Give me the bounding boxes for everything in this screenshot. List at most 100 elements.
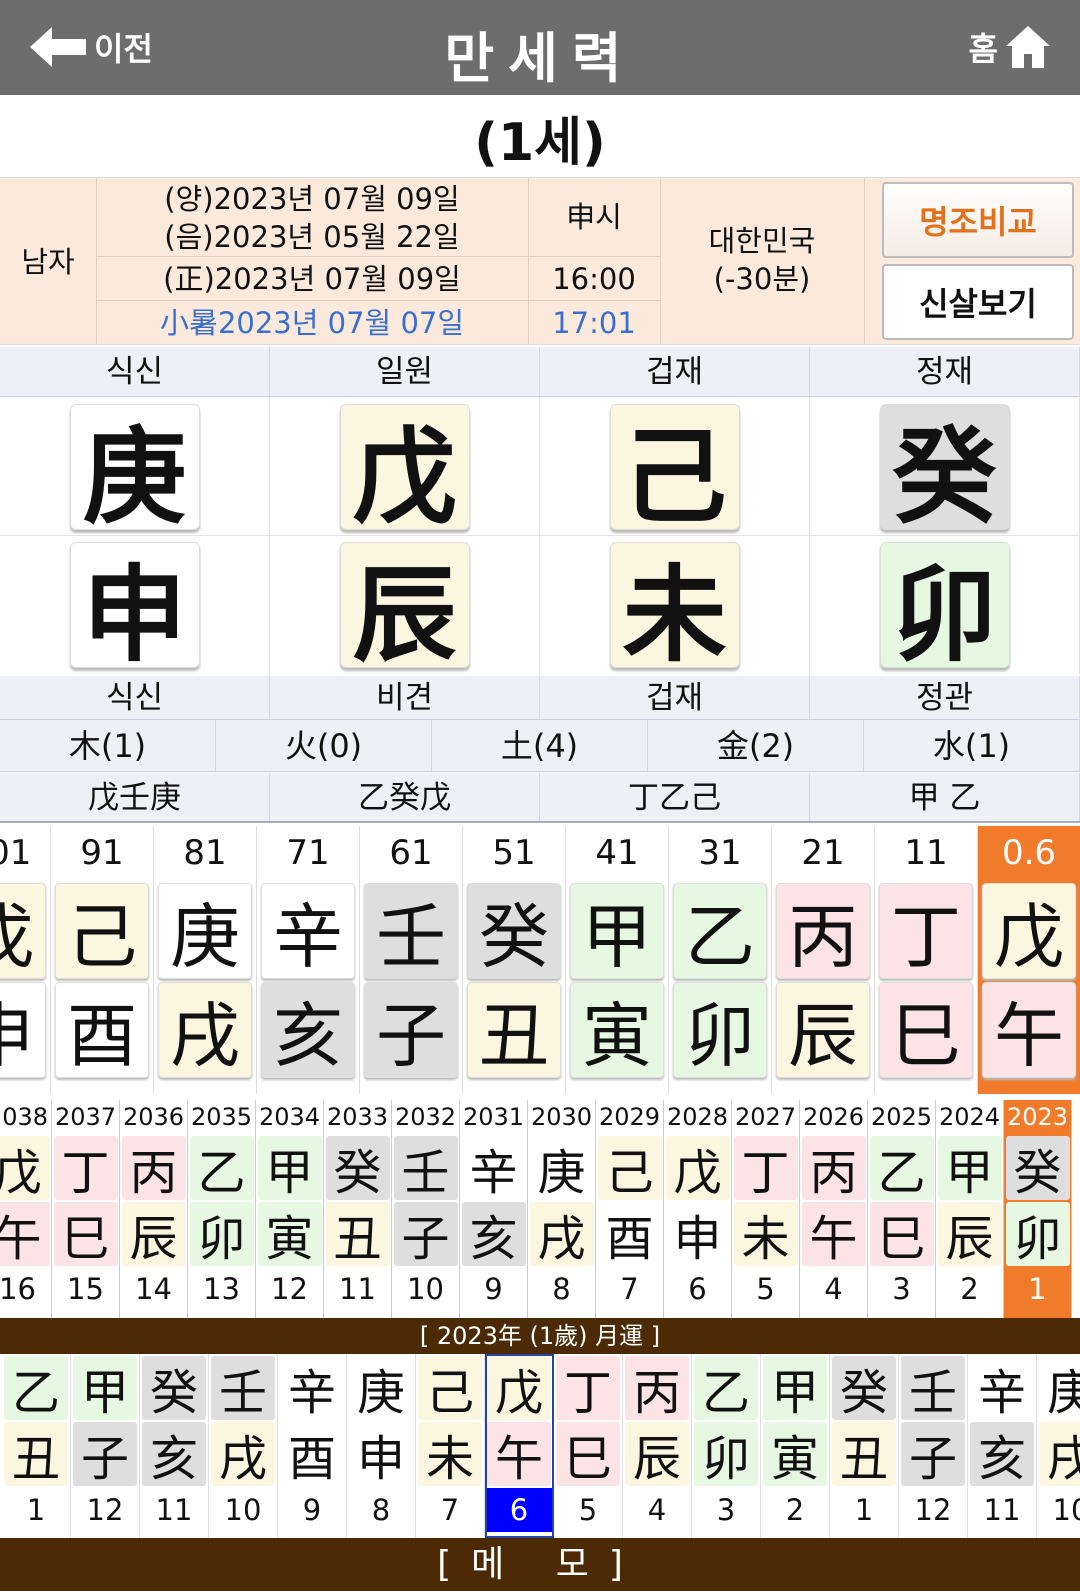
yearly-luck-column[interactable]: 2038 戊午 16 (0, 1100, 52, 1318)
branch-tile[interactable]: 子 (901, 1422, 965, 1487)
stem-tile[interactable]: 壬 (364, 883, 458, 979)
branch-tile[interactable]: 巳 (556, 1422, 620, 1487)
yearly-luck-column[interactable]: 2023 癸卯 1 (1004, 1100, 1072, 1318)
stem-tile[interactable]: 甲 (570, 883, 664, 979)
branch-tile[interactable]: 辰 (339, 542, 470, 676)
monthly-luck-column[interactable]: 庚申 8 (347, 1354, 416, 1538)
major-luck-column[interactable]: 0.6 戊午 (978, 826, 1080, 1094)
stem-tile[interactable]: 壬 (393, 1136, 458, 1201)
major-luck-column[interactable]: 101 戊申 (0, 826, 51, 1094)
branch-tile[interactable]: 卯 (673, 982, 767, 1078)
stem-tile[interactable]: 庚 (158, 883, 252, 979)
branch-tile[interactable]: 未 (733, 1202, 798, 1267)
yearly-luck-column[interactable]: 2024 甲辰 2 (936, 1100, 1004, 1318)
yearly-luck-column[interactable]: 2029 己酉 7 (596, 1100, 664, 1318)
branch-tile[interactable]: 丑 (832, 1422, 896, 1487)
branch-tile[interactable]: 丑 (325, 1202, 390, 1267)
home-button[interactable]: 홈 (969, 22, 1050, 72)
branch-tile[interactable]: 戌 (211, 1422, 275, 1487)
branch-tile[interactable]: 卯 (189, 1202, 254, 1267)
stem-tile[interactable]: 丁 (879, 883, 973, 979)
stem-tile[interactable]: 癸 (879, 404, 1010, 538)
major-luck-column[interactable]: 11 丁巳 (875, 826, 978, 1094)
branch-tile[interactable]: 申 (0, 982, 46, 1078)
branch-tile[interactable]: 午 (0, 1202, 50, 1267)
monthly-luck-strip[interactable]: 乙丑 1 甲子 12 癸亥 11 壬戌 10 辛酉 9 庚申 8 己未 7 戊午 6 丁巳 5 丙辰 4 乙卯 3 甲寅 2 癸… (2, 1354, 1080, 1538)
branch-tile[interactable]: 辰 (776, 982, 870, 1078)
yearly-luck-strip[interactable]: 2038戊午162037丁巳152036丙辰142035乙卯132034甲寅12… (0, 1100, 1072, 1318)
yearly-luck-column[interactable]: 2028 戊申 6 (664, 1100, 732, 1318)
branch-tile[interactable]: 辰 (121, 1202, 186, 1267)
branch-tile[interactable]: 亥 (142, 1422, 206, 1487)
major-luck-column[interactable]: 51 癸丑 (463, 826, 566, 1094)
stem-tile[interactable]: 戊 (339, 404, 470, 538)
monthly-luck-column[interactable]: 乙丑 1 (2, 1354, 71, 1538)
branch-tile[interactable]: 卯 (879, 542, 1010, 676)
monthly-luck-column[interactable]: 甲寅 2 (761, 1354, 830, 1538)
yearly-luck-column[interactable]: 2036 丙辰 14 (120, 1100, 188, 1318)
sinsal-button[interactable]: 신살보기 (882, 264, 1074, 340)
branch-tile[interactable]: 亥 (461, 1202, 526, 1267)
stem-tile[interactable]: 甲 (257, 1136, 322, 1201)
stem-tile[interactable]: 乙 (869, 1136, 934, 1201)
stem-tile[interactable]: 丁 (733, 1136, 798, 1201)
branch-tile[interactable]: 寅 (570, 982, 664, 1078)
branch-tile[interactable]: 戌 (529, 1202, 594, 1267)
monthly-luck-column[interactable]: 癸亥 11 (140, 1354, 209, 1538)
stem-tile[interactable]: 癸 (467, 883, 561, 979)
branch-tile[interactable]: 午 (487, 1422, 551, 1487)
stem-tile[interactable]: 辛 (970, 1356, 1034, 1421)
stem-tile[interactable]: 甲 (73, 1356, 137, 1421)
stem-tile[interactable]: 丁 (556, 1356, 620, 1421)
branch-tile[interactable]: 卯 (694, 1422, 758, 1487)
monthly-luck-column[interactable]: 甲子 12 (71, 1354, 140, 1538)
stem-tile[interactable]: 甲 (763, 1356, 827, 1421)
branch-tile[interactable]: 申 (349, 1422, 413, 1487)
stem-tile[interactable]: 癸 (832, 1356, 896, 1421)
yearly-luck-column[interactable]: 2034 甲寅 12 (256, 1100, 324, 1318)
stem-tile[interactable]: 乙 (189, 1136, 254, 1201)
branch-tile[interactable]: 申 (69, 542, 200, 676)
major-luck-column[interactable]: 91 己酉 (51, 826, 154, 1094)
branch-tile[interactable]: 巳 (879, 982, 973, 1078)
monthly-luck-column[interactable]: 丁巳 5 (554, 1354, 623, 1538)
stem-tile[interactable]: 己 (418, 1356, 482, 1421)
major-luck-column[interactable]: 81 庚戌 (154, 826, 257, 1094)
monthly-luck-column[interactable]: 癸丑 1 (830, 1354, 899, 1538)
stem-tile[interactable]: 戊 (0, 1136, 50, 1201)
branch-tile[interactable]: 未 (418, 1422, 482, 1487)
major-luck-column[interactable]: 41 甲寅 (566, 826, 669, 1094)
stem-tile[interactable]: 戊 (0, 883, 46, 979)
monthly-luck-column[interactable]: 戊午6 (485, 1354, 554, 1538)
branch-tile[interactable]: 寅 (257, 1202, 322, 1267)
branch-tile[interactable]: 寅 (763, 1422, 827, 1487)
stem-tile[interactable]: 壬 (211, 1356, 275, 1421)
yearly-luck-column[interactable]: 2031 辛亥 9 (460, 1100, 528, 1318)
stem-tile[interactable]: 辛 (280, 1356, 344, 1421)
stem-tile[interactable]: 辛 (261, 883, 355, 979)
branch-tile[interactable]: 子 (73, 1422, 137, 1487)
major-luck-column[interactable]: 31 乙卯 (669, 826, 772, 1094)
major-luck-column[interactable]: 71 辛亥 (257, 826, 360, 1094)
compare-button[interactable]: 명조비교 (882, 182, 1074, 258)
branch-tile[interactable]: 子 (393, 1202, 458, 1267)
yearly-luck-column[interactable]: 2027 丁未 5 (732, 1100, 800, 1318)
stem-tile[interactable]: 庚 (529, 1136, 594, 1201)
yearly-luck-column[interactable]: 2037 丁巳 15 (52, 1100, 120, 1318)
stem-tile[interactable]: 丙 (625, 1356, 689, 1421)
monthly-luck-column[interactable]: 己未 7 (416, 1354, 485, 1538)
stem-tile[interactable]: 癸 (142, 1356, 206, 1421)
yearly-luck-column[interactable]: 2032 壬子 10 (392, 1100, 460, 1318)
stem-tile[interactable]: 戊 (665, 1136, 730, 1201)
memo-button[interactable]: [메 모] (0, 1538, 1080, 1591)
branch-tile[interactable]: 辰 (937, 1202, 1002, 1267)
major-luck-strip[interactable]: 101 戊申 91 己酉 81 庚戌 71 辛亥 61 壬子 51 癸丑 41 甲寅 31 乙卯 21 丙辰 11 丁… (0, 826, 1080, 1094)
stem-tile[interactable]: 乙 (4, 1356, 68, 1421)
stem-tile[interactable]: 庚 (349, 1356, 413, 1421)
stem-tile[interactable]: 己 (609, 404, 740, 538)
branch-tile[interactable]: 酉 (55, 982, 149, 1078)
major-luck-column[interactable]: 61 壬子 (360, 826, 463, 1094)
monthly-luck-column[interactable]: 壬戌 10 (209, 1354, 278, 1538)
yearly-luck-column[interactable]: 2025 乙巳 3 (868, 1100, 936, 1318)
branch-tile[interactable]: 酉 (280, 1422, 344, 1487)
